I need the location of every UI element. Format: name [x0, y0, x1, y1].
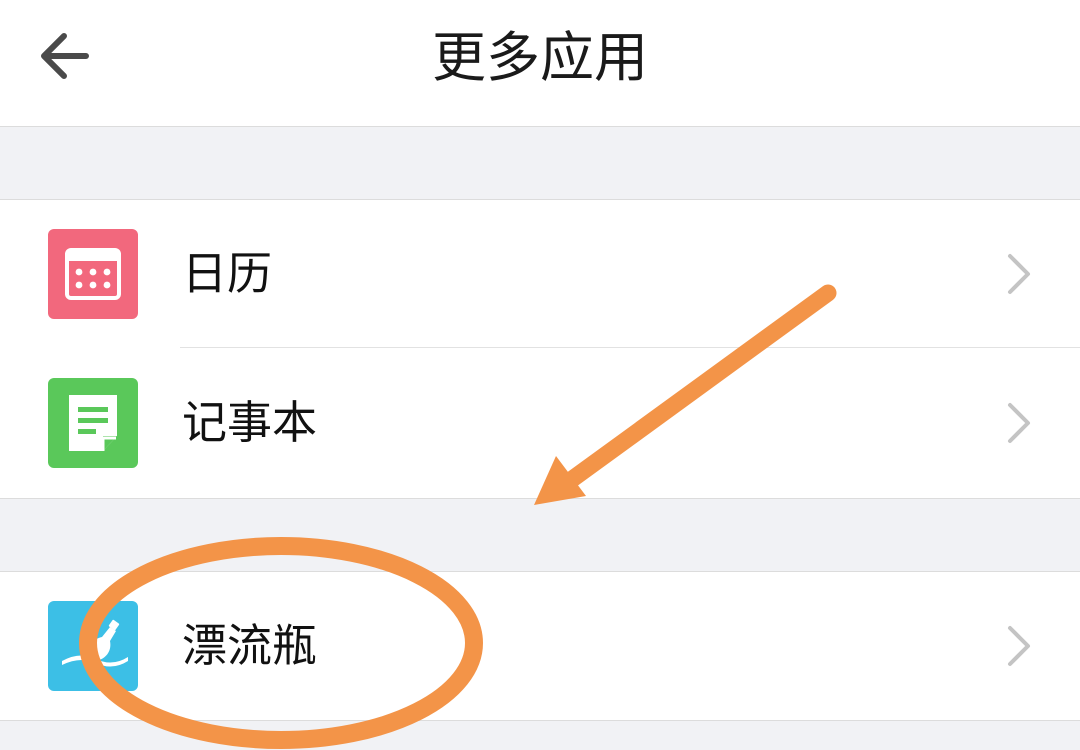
chevron-right-icon	[1008, 403, 1030, 443]
list-item-calendar[interactable]: 日历	[0, 200, 1080, 348]
chevron-right-icon	[1008, 254, 1030, 294]
list-item-label: 记事本	[182, 396, 318, 449]
list-item-label: 漂流瓶	[182, 619, 318, 672]
page-title: 更多应用	[432, 26, 648, 89]
list-item-label: 日历	[182, 247, 273, 300]
row-divider	[180, 347, 1080, 348]
top-bar: 更多应用	[0, 0, 1080, 127]
list-item-drift-bottle[interactable]: 漂流瓶	[0, 572, 1080, 720]
drift-bottle-icon	[48, 601, 138, 691]
app-group-primary: 日历 记事本	[0, 199, 1080, 499]
notepad-icon	[48, 378, 138, 468]
list-item-notepad[interactable]: 记事本	[0, 349, 1080, 497]
calendar-icon	[48, 229, 138, 319]
app-group-secondary: 漂流瓶	[0, 571, 1080, 721]
chevron-right-icon	[1008, 626, 1030, 666]
